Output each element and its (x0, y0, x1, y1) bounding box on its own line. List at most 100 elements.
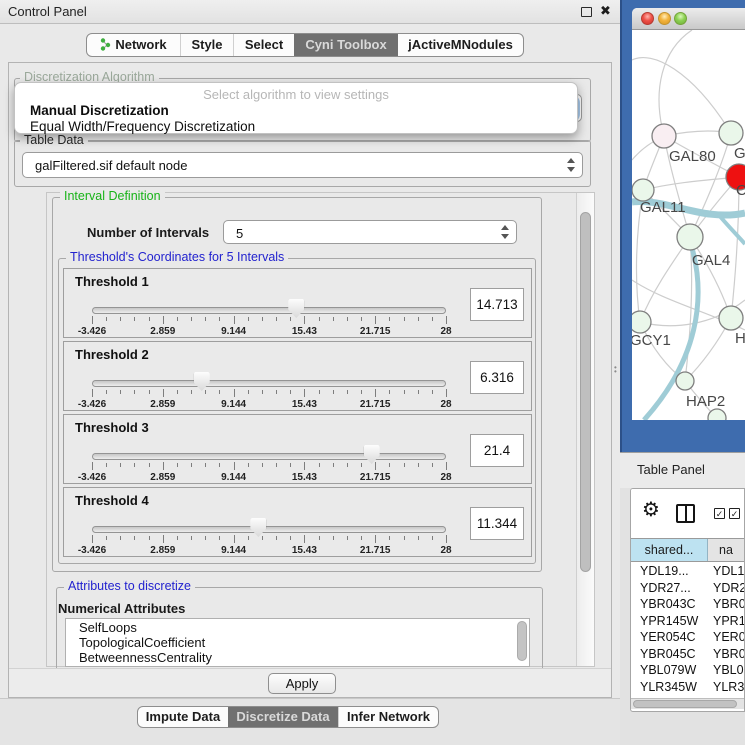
slider-track[interactable] (92, 453, 446, 460)
cell-shared-name[interactable]: YPR145W (631, 613, 708, 630)
cell-shared-name[interactable]: YBR043C (631, 596, 708, 613)
apply-button[interactable]: Apply (268, 673, 336, 694)
checkbox-icon[interactable]: ✓ (729, 508, 740, 519)
tick-mark (418, 390, 419, 394)
node-gcy1[interactable] (632, 311, 651, 333)
tick-mark (205, 463, 206, 467)
table-row[interactable]: YER054CYER0 (631, 629, 744, 646)
checkbox-icon[interactable]: ✓ (714, 508, 725, 519)
tick-mark (276, 536, 277, 540)
cell-name[interactable]: YLR3 (708, 679, 744, 696)
tick-label: -3.426 (62, 326, 122, 337)
threshold-2-slider[interactable]: -3.4262.8599.14415.4321.71528 (92, 372, 446, 410)
threshold-1-slider[interactable]: -3.4262.8599.14415.4321.71528 (92, 299, 446, 337)
cell-name[interactable]: YBL0 (708, 662, 744, 679)
scrollbar-thumb[interactable] (633, 700, 737, 708)
tick-label: 9.144 (204, 326, 264, 337)
tab-cyni-toolbox[interactable]: Cyni Toolbox (294, 34, 398, 56)
threshold-4-slider[interactable]: -3.4262.8599.14415.4321.71528 (92, 518, 446, 556)
attribute-list-item[interactable]: SelfLoops (66, 619, 529, 634)
vertical-scrollbar[interactable] (576, 193, 594, 666)
table-row[interactable]: YDL19...YDL1 (631, 563, 744, 580)
tab-select[interactable]: Select (233, 34, 294, 56)
threshold-1-value[interactable]: 14.713 (470, 288, 524, 321)
tick-mark (319, 463, 320, 467)
table-row[interactable]: YBL079WYBL0 (631, 662, 744, 679)
node-top-right[interactable] (719, 121, 743, 145)
cell-shared-name[interactable]: YBL079W (631, 662, 708, 679)
slider-track[interactable] (92, 380, 446, 387)
table-data-combobox[interactable]: galFiltered.sif default node (22, 152, 583, 178)
cell-name[interactable]: YER0 (708, 629, 744, 646)
attribute-list-item[interactable]: TopologicalCoefficient (66, 634, 529, 649)
scrollbar-thumb[interactable] (580, 212, 591, 572)
node-hap2[interactable] (676, 372, 694, 390)
tick-mark (276, 463, 277, 467)
tab-discretize-data[interactable]: Discretize Data (228, 707, 338, 727)
table-row[interactable]: YDR27...YDR2 (631, 580, 744, 597)
slider-track[interactable] (92, 307, 446, 314)
column-header-name[interactable]: na (708, 539, 744, 561)
splitpane-divider-handle[interactable]: •• (614, 366, 619, 375)
cell-name[interactable]: YBR0 (708, 596, 744, 613)
cell-shared-name[interactable]: YBR045C (631, 646, 708, 663)
node-h[interactable] (719, 306, 743, 330)
threshold-4-value[interactable]: 11.344 (470, 507, 524, 540)
node-gal11[interactable] (632, 179, 654, 201)
table-row[interactable]: YLR345WYLR3 (631, 679, 744, 696)
tab-jactivemnodules[interactable]: jActiveMNodules (398, 34, 523, 56)
network-canvas[interactable]: GAL80 GA C GAL11 GAL4 GCY1 H HAP2 (632, 30, 745, 420)
tick-mark (418, 463, 419, 467)
dropdown-option-manual[interactable]: Manual Discretization (30, 103, 169, 118)
tick-mark (347, 390, 348, 394)
tick-mark (333, 536, 334, 540)
close-traffic-light[interactable] (641, 12, 654, 25)
network-window-titlebar[interactable] (632, 8, 745, 30)
zoom-traffic-light[interactable] (674, 12, 687, 25)
network-nodes[interactable] (632, 121, 745, 420)
cell-name[interactable]: YDR2 (708, 580, 744, 597)
tick-label: 15.43 (274, 472, 334, 483)
minimize-traffic-light[interactable] (658, 12, 671, 25)
cell-name[interactable]: YPR1 (708, 613, 744, 630)
tick-label: -3.426 (62, 545, 122, 556)
threshold-2-value[interactable]: 6.316 (470, 361, 524, 394)
tab-infer-network[interactable]: Infer Network (338, 707, 438, 727)
numerical-attributes-list[interactable]: SelfLoopsTopologicalCoefficientBetweenne… (65, 618, 530, 667)
tab-impute-data[interactable]: Impute Data (138, 707, 228, 727)
node-label: GAL11 (640, 199, 686, 216)
table-toolbar: ⚙ ✓ ✓ (631, 489, 744, 538)
tab-network[interactable]: Network (87, 34, 180, 56)
tab-network-label: Network (115, 37, 166, 52)
gear-icon[interactable]: ⚙ (642, 497, 660, 522)
number-of-intervals-spinner[interactable]: 5 (223, 220, 517, 244)
cell-name[interactable]: YBR0 (708, 646, 744, 663)
list-scrollbar-thumb[interactable] (517, 621, 527, 661)
cell-shared-name[interactable]: YDR27... (631, 580, 708, 597)
attribute-list-item[interactable]: BetweennessCentrality (66, 649, 529, 664)
cell-shared-name[interactable]: YLR345W (631, 679, 708, 696)
tick-mark (375, 462, 376, 470)
column-header-shared-name[interactable]: shared... (631, 539, 708, 561)
threshold-3-slider[interactable]: -3.4262.8599.14415.4321.71528 (92, 445, 446, 483)
dropdown-option-equal-width[interactable]: Equal Width/Frequency Discretization (30, 119, 255, 134)
node-gal4[interactable] (677, 224, 703, 250)
cell-name[interactable]: YDL1 (708, 563, 744, 580)
horizontal-scrollbar[interactable] (631, 698, 744, 709)
close-icon[interactable]: ✖ (600, 3, 611, 19)
tick-mark (404, 317, 405, 321)
slider-track[interactable] (92, 526, 446, 533)
cell-shared-name[interactable]: YDL19... (631, 563, 708, 580)
cell-shared-name[interactable]: YER054C (631, 629, 708, 646)
tick-mark (333, 317, 334, 321)
split-columns-icon[interactable] (676, 504, 695, 523)
table-row[interactable]: YPR145WYPR1 (631, 613, 744, 630)
tab-style[interactable]: Style (180, 34, 233, 56)
float-window-icon[interactable] (581, 7, 592, 17)
tick-mark (262, 317, 263, 321)
node-gal80[interactable] (652, 124, 676, 148)
threshold-3-value[interactable]: 21.4 (470, 434, 524, 467)
tick-mark (276, 317, 277, 321)
table-row[interactable]: YBR045CYBR0 (631, 646, 744, 663)
table-row[interactable]: YBR043CYBR0 (631, 596, 744, 613)
